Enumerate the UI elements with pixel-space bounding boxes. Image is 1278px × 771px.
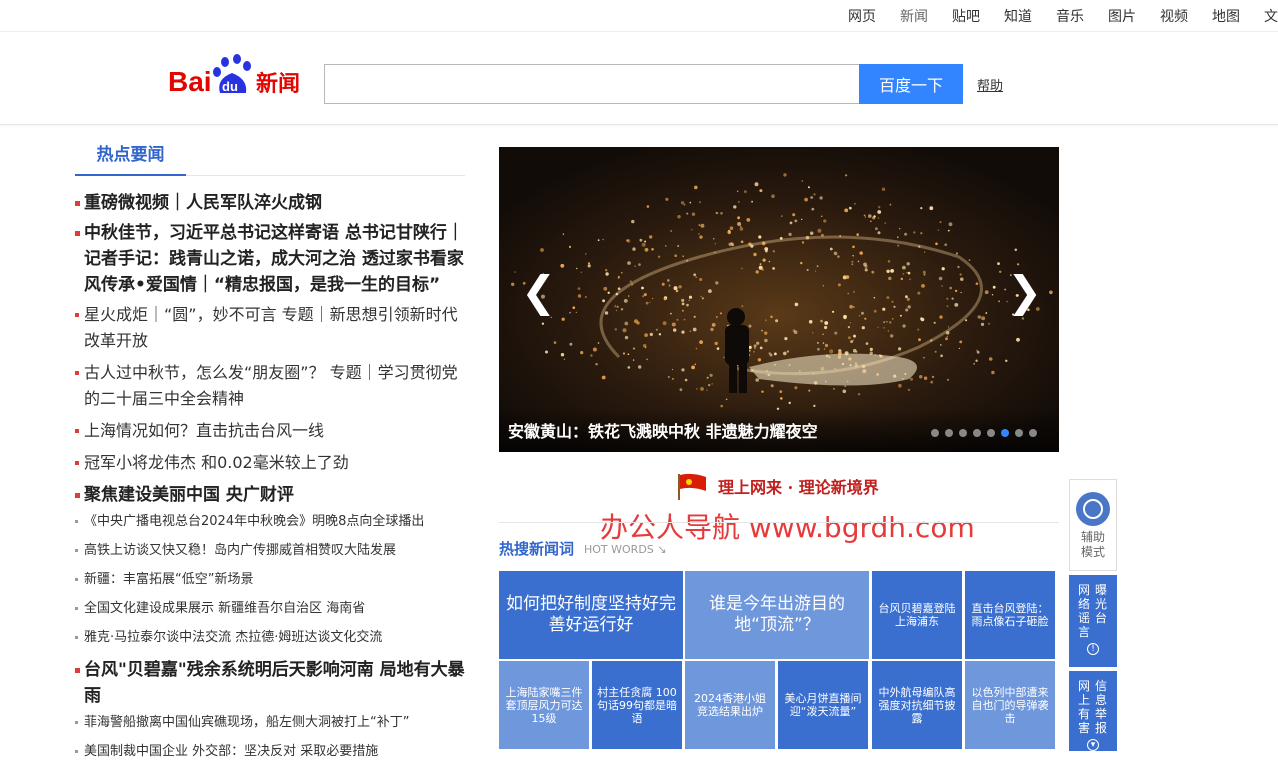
- nav-link[interactable]: 网页: [848, 6, 876, 26]
- slider-prev-icon[interactable]: ❮: [521, 267, 556, 316]
- hot-words-title: 热搜新闻词: [499, 540, 575, 558]
- rumor-label-1: 网络谣言: [1078, 583, 1091, 639]
- news-item[interactable]: 美国制裁中国企业 外交部：坚决反对 采取必要措施: [75, 742, 467, 762]
- report-label-1: 网上有害: [1078, 679, 1091, 735]
- nav-link[interactable]: 地图: [1212, 6, 1240, 26]
- harmful-info-report-button[interactable]: 网上有害 信息举报 ▾: [1069, 671, 1117, 751]
- report-label-2: 信息举报: [1095, 679, 1108, 735]
- nav-link[interactable]: 知道: [1004, 6, 1032, 26]
- hot-word-tile[interactable]: 如何把好制度坚持好完善好运行好: [499, 571, 683, 659]
- hot-words-header: 热搜新闻词 HOT WORDS ↘: [499, 522, 1059, 562]
- headline-item[interactable]: 重磅微视频｜人民军队淬火成钢: [75, 190, 467, 216]
- svg-text:新闻: 新闻: [256, 71, 300, 97]
- slider-photo: [499, 147, 1059, 452]
- nav-link[interactable]: 文库: [1264, 6, 1278, 26]
- slider-dot[interactable]: [931, 429, 939, 437]
- baidu-news-logo[interactable]: Bai du 新闻: [168, 53, 308, 101]
- slider-dot[interactable]: [959, 429, 967, 437]
- header: Bai du 新闻 百度一下 帮助: [0, 33, 1278, 125]
- hot-word-tile[interactable]: 中外航母编队高强度对抗细节披露: [872, 661, 962, 749]
- news-item[interactable]: 星火成炬｜“圆”，妙不可言 专题｜新思想引领新时代改革开放: [75, 302, 467, 354]
- accessibility-icon: [1076, 492, 1110, 526]
- news-item[interactable]: 冠军小将龙伟杰 和0.02毫米较上了劲: [75, 450, 467, 476]
- nav-link[interactable]: 图片: [1108, 6, 1136, 26]
- hot-word-tile[interactable]: 村主任贪腐 100句话99句都是暗语: [592, 661, 682, 749]
- svg-text:du: du: [222, 79, 238, 94]
- svg-text:Bai: Bai: [168, 66, 212, 97]
- hot-news-list: 重磅微视频｜人民军队淬火成钢中秋佳节，习近平总书记这样寄语 总书记甘陕行｜记者手…: [75, 190, 467, 771]
- top-nav: 网页 新闻 贴吧 知道 音乐 图片 视频 地图 文库: [0, 0, 1278, 32]
- hot-news-tabbar: 热点要闻: [75, 140, 465, 176]
- hot-word-tile[interactable]: 以色列中部遭来自也门的导弹袭击: [965, 661, 1055, 749]
- news-item[interactable]: 雅克·马拉泰尔谈中法交流 杰拉德·姆班达谈文化交流: [75, 628, 467, 648]
- hot-word-tile[interactable]: 谁是今年出游目的地“顶流”？: [685, 571, 869, 659]
- news-item[interactable]: 全国文化建设成果展示 新疆维吾尔自治区 海南省: [75, 599, 467, 619]
- slider-dot[interactable]: [973, 429, 981, 437]
- news-item[interactable]: 菲海警船撤离中国仙宾礁现场，船左侧大洞被打上“补丁”: [75, 713, 467, 733]
- search-button[interactable]: 百度一下: [859, 64, 963, 104]
- nav-link[interactable]: 贴吧: [952, 6, 980, 26]
- hot-words-subtitle: HOT WORDS ↘: [584, 543, 667, 556]
- slider-dot[interactable]: [1001, 429, 1009, 437]
- hot-word-tile[interactable]: 2024香港小姐竞选结果出炉: [685, 661, 775, 749]
- slider-dot[interactable]: [1029, 429, 1037, 437]
- accessibility-label: 辅助模式: [1080, 530, 1105, 559]
- nav-link[interactable]: 新闻: [900, 6, 928, 26]
- help-link[interactable]: 帮助: [977, 75, 1003, 94]
- rumor-exposure-button[interactable]: 网络谣言 曝光台 !: [1069, 575, 1117, 667]
- news-item[interactable]: 上海情况如何？直击抗击台风一线: [75, 418, 467, 444]
- slider-dot[interactable]: [945, 429, 953, 437]
- slider-dot[interactable]: [1015, 429, 1023, 437]
- news-item[interactable]: 高铁上访谈又快又稳！岛内广传挪威首相赞叹大陆发展: [75, 541, 467, 561]
- hot-word-tile[interactable]: 直击台风登陆：雨点像石子砸脸: [965, 571, 1055, 659]
- nav-link[interactable]: 音乐: [1056, 6, 1084, 26]
- slider-caption[interactable]: 安徽黄山：铁花飞溅映中秋 非遗魅力耀夜空: [508, 418, 818, 442]
- hot-word-tile[interactable]: 美心月饼直播间迎“泼天流量”: [778, 661, 868, 749]
- search-input[interactable]: [324, 64, 860, 104]
- rumor-label-2: 曝光台: [1095, 583, 1108, 625]
- headline-item[interactable]: 中秋佳节，习近平总书记这样寄语 总书记甘陕行｜记者手记：践青山之诺，成大河之治 …: [75, 220, 467, 298]
- photo-slider[interactable]: ❮ ❯ 安徽黄山：铁花飞溅映中秋 非遗魅力耀夜空: [499, 147, 1059, 452]
- theory-banner[interactable]: 理上网来 · 理论新境界: [676, 470, 879, 502]
- news-item[interactable]: 新疆：丰富拓展“低空”新场景: [75, 570, 467, 590]
- slider-dot[interactable]: [987, 429, 995, 437]
- alert-icon: !: [1087, 643, 1099, 655]
- hot-word-tile[interactable]: 上海陆家嘴三件套顶层风力可达15级: [499, 661, 589, 749]
- hot-word-tile[interactable]: 台风贝碧嘉登陆上海浦东: [872, 571, 962, 659]
- nav-link[interactable]: 视频: [1160, 6, 1188, 26]
- slider-next-icon[interactable]: ❯: [1007, 267, 1042, 316]
- slider-dots: [925, 429, 1037, 437]
- chevron-down-icon: ▾: [1087, 739, 1099, 751]
- theory-banner-text: 理上网来 · 理论新境界: [718, 478, 879, 497]
- hot-words-grid: 如何把好制度坚持好完善好运行好 谁是今年出游目的地“顶流”？ 台风贝碧嘉登陆上海浦东…: [499, 571, 1059, 751]
- tab-hot-news[interactable]: 热点要闻: [75, 140, 186, 176]
- headline-item[interactable]: 聚焦建设美丽中国 央广财评: [75, 482, 467, 508]
- news-item[interactable]: 古人过中秋节，怎么发“朋友圈”？ 专题｜学习贯彻党的二十届三中全会精神: [75, 360, 467, 412]
- accessibility-mode-button[interactable]: 辅助模式: [1069, 479, 1117, 571]
- news-item[interactable]: 《中央广播电视总台2024年中秋晚会》明晚8点向全球播出: [75, 512, 467, 532]
- top-nav-links: 网页 新闻 贴吧 知道 音乐 图片 视频 地图 文库: [824, 6, 1278, 26]
- headline-item[interactable]: 台风"贝碧嘉"残余系统明后天影响河南 局地有大暴雨: [75, 657, 467, 709]
- party-flag-icon: [676, 472, 708, 500]
